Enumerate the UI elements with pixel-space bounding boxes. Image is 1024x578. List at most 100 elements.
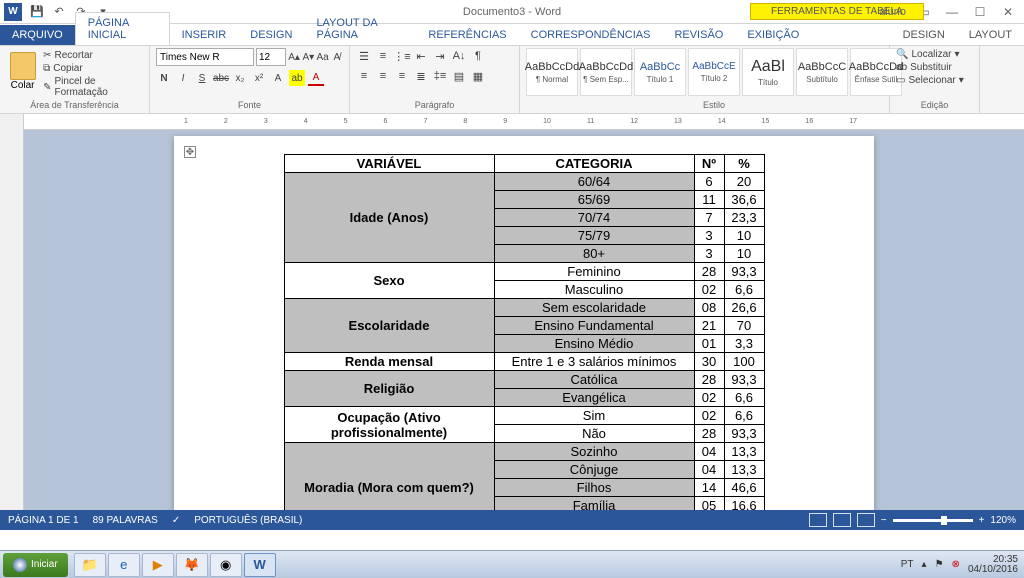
scissors-icon: ✂	[43, 50, 51, 61]
change-case-icon[interactable]: Aa	[317, 49, 329, 65]
maximize-icon[interactable]: ☐	[968, 3, 992, 21]
group-editing: 🔍Localizar ▾ abSubstituir ▭Selecionar ▾ …	[890, 46, 980, 113]
italic-button[interactable]: I	[175, 70, 191, 86]
explorer-icon[interactable]: 📁	[74, 553, 106, 577]
group-editing-label: Edição	[896, 100, 973, 111]
font-color-icon[interactable]: A	[308, 70, 324, 86]
tray-clock[interactable]: 20:35 04/10/2016	[968, 555, 1018, 575]
group-clipboard: Colar ✂Recortar ⧉Copiar ✎Pincel de Forma…	[0, 46, 150, 113]
search-icon: 🔍	[896, 49, 908, 60]
data-table[interactable]: VARIÁVELCATEGORIANº%Idade (Anos)60/64620…	[284, 154, 765, 510]
minimize-icon[interactable]: —	[940, 3, 964, 21]
page[interactable]: ✥ VARIÁVELCATEGORIANº%Idade (Anos)60/646…	[174, 136, 874, 510]
line-spacing-icon[interactable]: ‡≡	[432, 68, 448, 84]
align-center-icon[interactable]: ≡	[375, 68, 391, 84]
numbering-icon[interactable]: ≡	[375, 48, 391, 64]
style-item[interactable]: AaBbCcETítulo 2	[688, 48, 740, 96]
vertical-ruler[interactable]	[0, 130, 24, 510]
tab-file[interactable]: ARQUIVO	[0, 25, 75, 45]
zoom-level[interactable]: 120%	[990, 515, 1016, 526]
tray-flag-icon[interactable]: ⚑	[935, 559, 944, 570]
borders-icon[interactable]: ▦	[470, 68, 486, 84]
tab-design[interactable]: DESIGN	[238, 25, 304, 45]
web-layout-view[interactable]	[857, 513, 875, 527]
group-styles-label: Estilo	[526, 100, 902, 111]
shading-icon[interactable]: ▤	[451, 68, 467, 84]
print-layout-view[interactable]	[809, 513, 827, 527]
document-area: ✥ VARIÁVELCATEGORIANº%Idade (Anos)60/646…	[0, 130, 1024, 510]
paste-button[interactable]: Colar	[6, 48, 39, 100]
style-item[interactable]: AaBbCcTítulo 1	[634, 48, 686, 96]
copy-button[interactable]: ⧉Copiar	[43, 63, 143, 74]
bullets-icon[interactable]: ☰	[356, 48, 372, 64]
save-icon[interactable]: 💾	[30, 5, 44, 19]
start-button[interactable]: Iniciar	[3, 553, 68, 577]
tray-language[interactable]: PT	[901, 559, 914, 570]
horizontal-ruler-row: 1234567891011121314151617	[0, 114, 1024, 130]
tab-layout[interactable]: LAYOUT DA PÁGINA	[304, 13, 416, 45]
tab-mailings[interactable]: CORRESPONDÊNCIAS	[519, 25, 663, 45]
tray-security-icon[interactable]: ⊗	[952, 559, 960, 570]
tab-home[interactable]: PÁGINA INICIAL	[75, 12, 170, 45]
ie-icon[interactable]: e	[108, 553, 140, 577]
font-size-combo[interactable]	[256, 48, 286, 66]
table-move-handle[interactable]: ✥	[184, 146, 196, 158]
format-painter-button[interactable]: ✎Pincel de Formatação	[43, 76, 143, 98]
group-paragraph-label: Parágrafo	[356, 100, 513, 111]
media-player-icon[interactable]: ▶	[142, 553, 174, 577]
firefox-icon[interactable]: 🦊	[176, 553, 208, 577]
sort-icon[interactable]: A↓	[451, 48, 467, 64]
word-count[interactable]: 89 PALAVRAS	[93, 515, 158, 526]
style-item[interactable]: AaBbCcDd¶ Sem Esp...	[580, 48, 632, 96]
show-marks-icon[interactable]: ¶	[470, 48, 486, 64]
close-icon[interactable]: ✕	[996, 3, 1020, 21]
tab-review[interactable]: REVISÃO	[662, 25, 735, 45]
cursor-icon: ▭	[896, 75, 905, 86]
replace-button[interactable]: abSubstituir	[896, 61, 973, 74]
read-mode-view[interactable]	[833, 513, 851, 527]
language-indicator[interactable]: PORTUGUÊS (BRASIL)	[194, 515, 302, 526]
tab-table-design[interactable]: DESIGN	[891, 25, 957, 45]
subscript-button[interactable]: x₂	[232, 70, 248, 86]
align-right-icon[interactable]: ≡	[394, 68, 410, 84]
font-name-combo[interactable]	[156, 48, 254, 66]
undo-icon[interactable]: ↶	[52, 5, 66, 19]
align-left-icon[interactable]: ≡	[356, 68, 372, 84]
horizontal-ruler[interactable]: 1234567891011121314151617	[24, 114, 1024, 130]
justify-icon[interactable]: ≣	[413, 68, 429, 84]
shrink-font-icon[interactable]: A▾	[302, 49, 314, 65]
select-button[interactable]: ▭Selecionar ▾	[896, 74, 973, 87]
word-taskbar-icon[interactable]: W	[244, 553, 276, 577]
zoom-in-icon[interactable]: +	[979, 515, 985, 526]
increase-indent-icon[interactable]: ⇥	[432, 48, 448, 64]
zoom-slider[interactable]	[893, 519, 973, 522]
page-indicator[interactable]: PÁGINA 1 DE 1	[8, 515, 79, 526]
ribbon-tabs: ARQUIVO PÁGINA INICIAL INSERIR DESIGN LA…	[0, 24, 1024, 46]
chrome-icon[interactable]: ◉	[210, 553, 242, 577]
style-item[interactable]: AaBbCcCSubtítulo	[796, 48, 848, 96]
spellcheck-icon[interactable]: ✓	[172, 515, 180, 526]
tab-insert[interactable]: INSERIR	[170, 25, 239, 45]
tab-view[interactable]: EXIBIÇÃO	[735, 25, 811, 45]
strike-button[interactable]: abc	[213, 70, 229, 86]
underline-button[interactable]: S	[194, 70, 210, 86]
cut-button[interactable]: ✂Recortar	[43, 50, 143, 61]
document-title: Documento3 - Word	[463, 6, 561, 18]
find-button[interactable]: 🔍Localizar ▾	[896, 48, 973, 61]
tray-chevron-icon[interactable]: ▴	[922, 559, 927, 570]
zoom-out-icon[interactable]: −	[881, 515, 887, 526]
multilevel-icon[interactable]: ⋮≡	[394, 48, 410, 64]
user-label: aluno	[879, 6, 906, 18]
text-effects-icon[interactable]: A	[270, 70, 286, 86]
style-item[interactable]: AaBbCcDd¶ Normal	[526, 48, 578, 96]
tab-references[interactable]: REFERÊNCIAS	[416, 25, 518, 45]
bold-button[interactable]: N	[156, 70, 172, 86]
style-item[interactable]: AaBlTítulo	[742, 48, 794, 96]
grow-font-icon[interactable]: A▴	[288, 49, 300, 65]
decrease-indent-icon[interactable]: ⇤	[413, 48, 429, 64]
copy-icon: ⧉	[43, 63, 50, 74]
highlight-icon[interactable]: ab	[289, 70, 305, 86]
clear-format-icon[interactable]: A̸	[331, 49, 343, 65]
superscript-button[interactable]: x²	[251, 70, 267, 86]
tab-table-layout[interactable]: LAYOUT	[957, 25, 1024, 45]
